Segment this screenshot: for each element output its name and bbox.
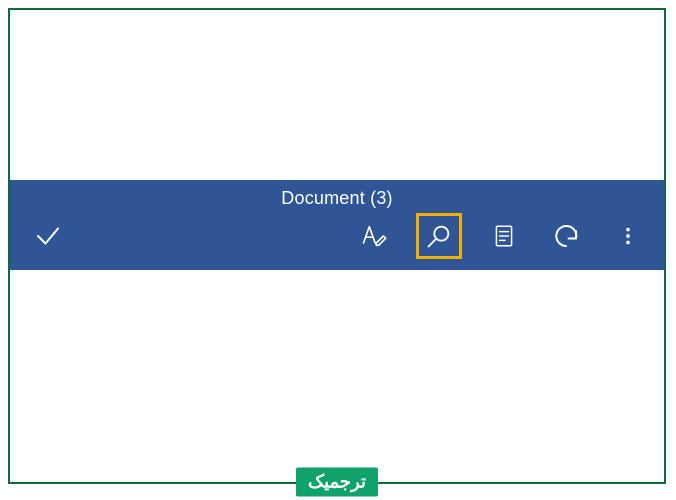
watermark-badge: ترجمیک [296, 468, 378, 497]
toolbar-right-group [354, 213, 654, 259]
search-icon [425, 222, 453, 250]
text-edit-button[interactable] [354, 216, 394, 256]
checkmark-icon [33, 221, 63, 251]
confirm-button[interactable] [28, 216, 68, 256]
page-layout-icon [491, 223, 517, 249]
toolbar-left-group [28, 216, 68, 256]
page-layout-button[interactable] [484, 216, 524, 256]
screenshot-frame: Document (3) [8, 8, 666, 484]
document-title: Document (3) [10, 180, 664, 209]
undo-icon [551, 221, 581, 251]
more-options-button[interactable] [608, 216, 648, 256]
undo-button[interactable] [546, 216, 586, 256]
app-toolbar: Document (3) [10, 180, 664, 270]
search-button[interactable] [416, 213, 462, 259]
more-vertical-icon [617, 225, 639, 247]
text-pen-icon [360, 222, 388, 250]
toolbar-icon-row [10, 209, 664, 263]
